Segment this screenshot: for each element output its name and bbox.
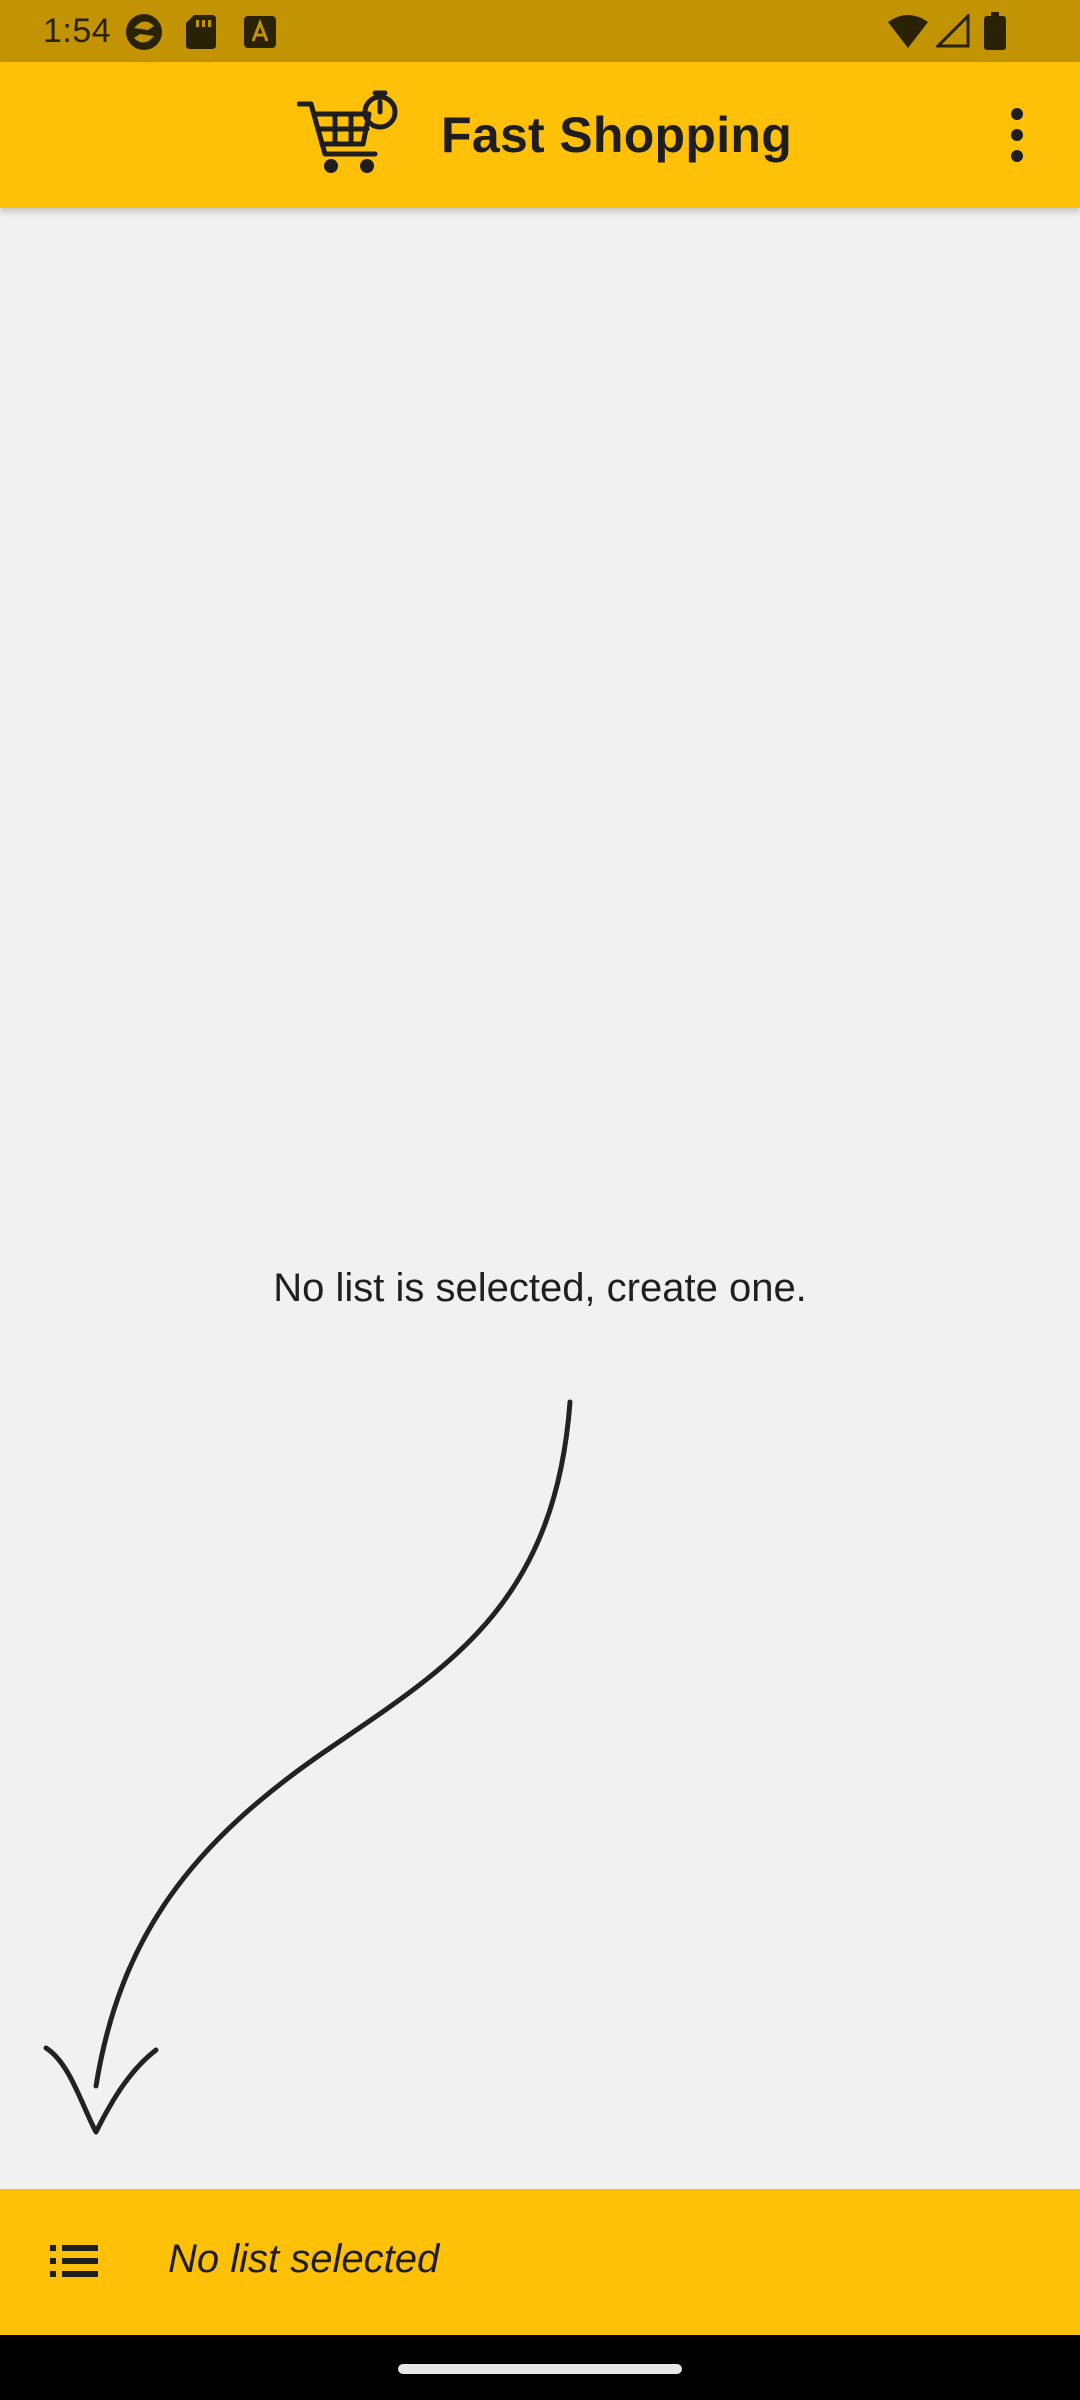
battery-icon: [984, 12, 1006, 50]
app-title: Fast Shopping: [441, 107, 793, 163]
home-gesture-bar[interactable]: [398, 2364, 682, 2374]
status-bar: 1:54: [0, 0, 1080, 62]
sd-card-icon: [186, 15, 216, 49]
app-bar: Fast Shopping: [0, 62, 1080, 208]
system-nav-bar: [0, 2335, 1080, 2400]
hint-arrow-icon: [43, 1399, 573, 2135]
sync-app-icon: [126, 14, 162, 50]
bottom-bar[interactable]: No list selected: [0, 2189, 1080, 2335]
more-vert-icon[interactable]: [987, 100, 1047, 170]
list-icon[interactable]: [44, 2236, 104, 2286]
wifi-icon: [888, 15, 928, 48]
current-list-label[interactable]: No list selected: [168, 2237, 439, 2282]
main-content: No list is selected, create one.: [0, 208, 1080, 2188]
cell-signal-icon: [936, 14, 970, 48]
status-time: 1:54: [43, 12, 112, 50]
font-a-icon: [244, 16, 276, 48]
shopping-cart-timer-icon: [297, 90, 398, 173]
